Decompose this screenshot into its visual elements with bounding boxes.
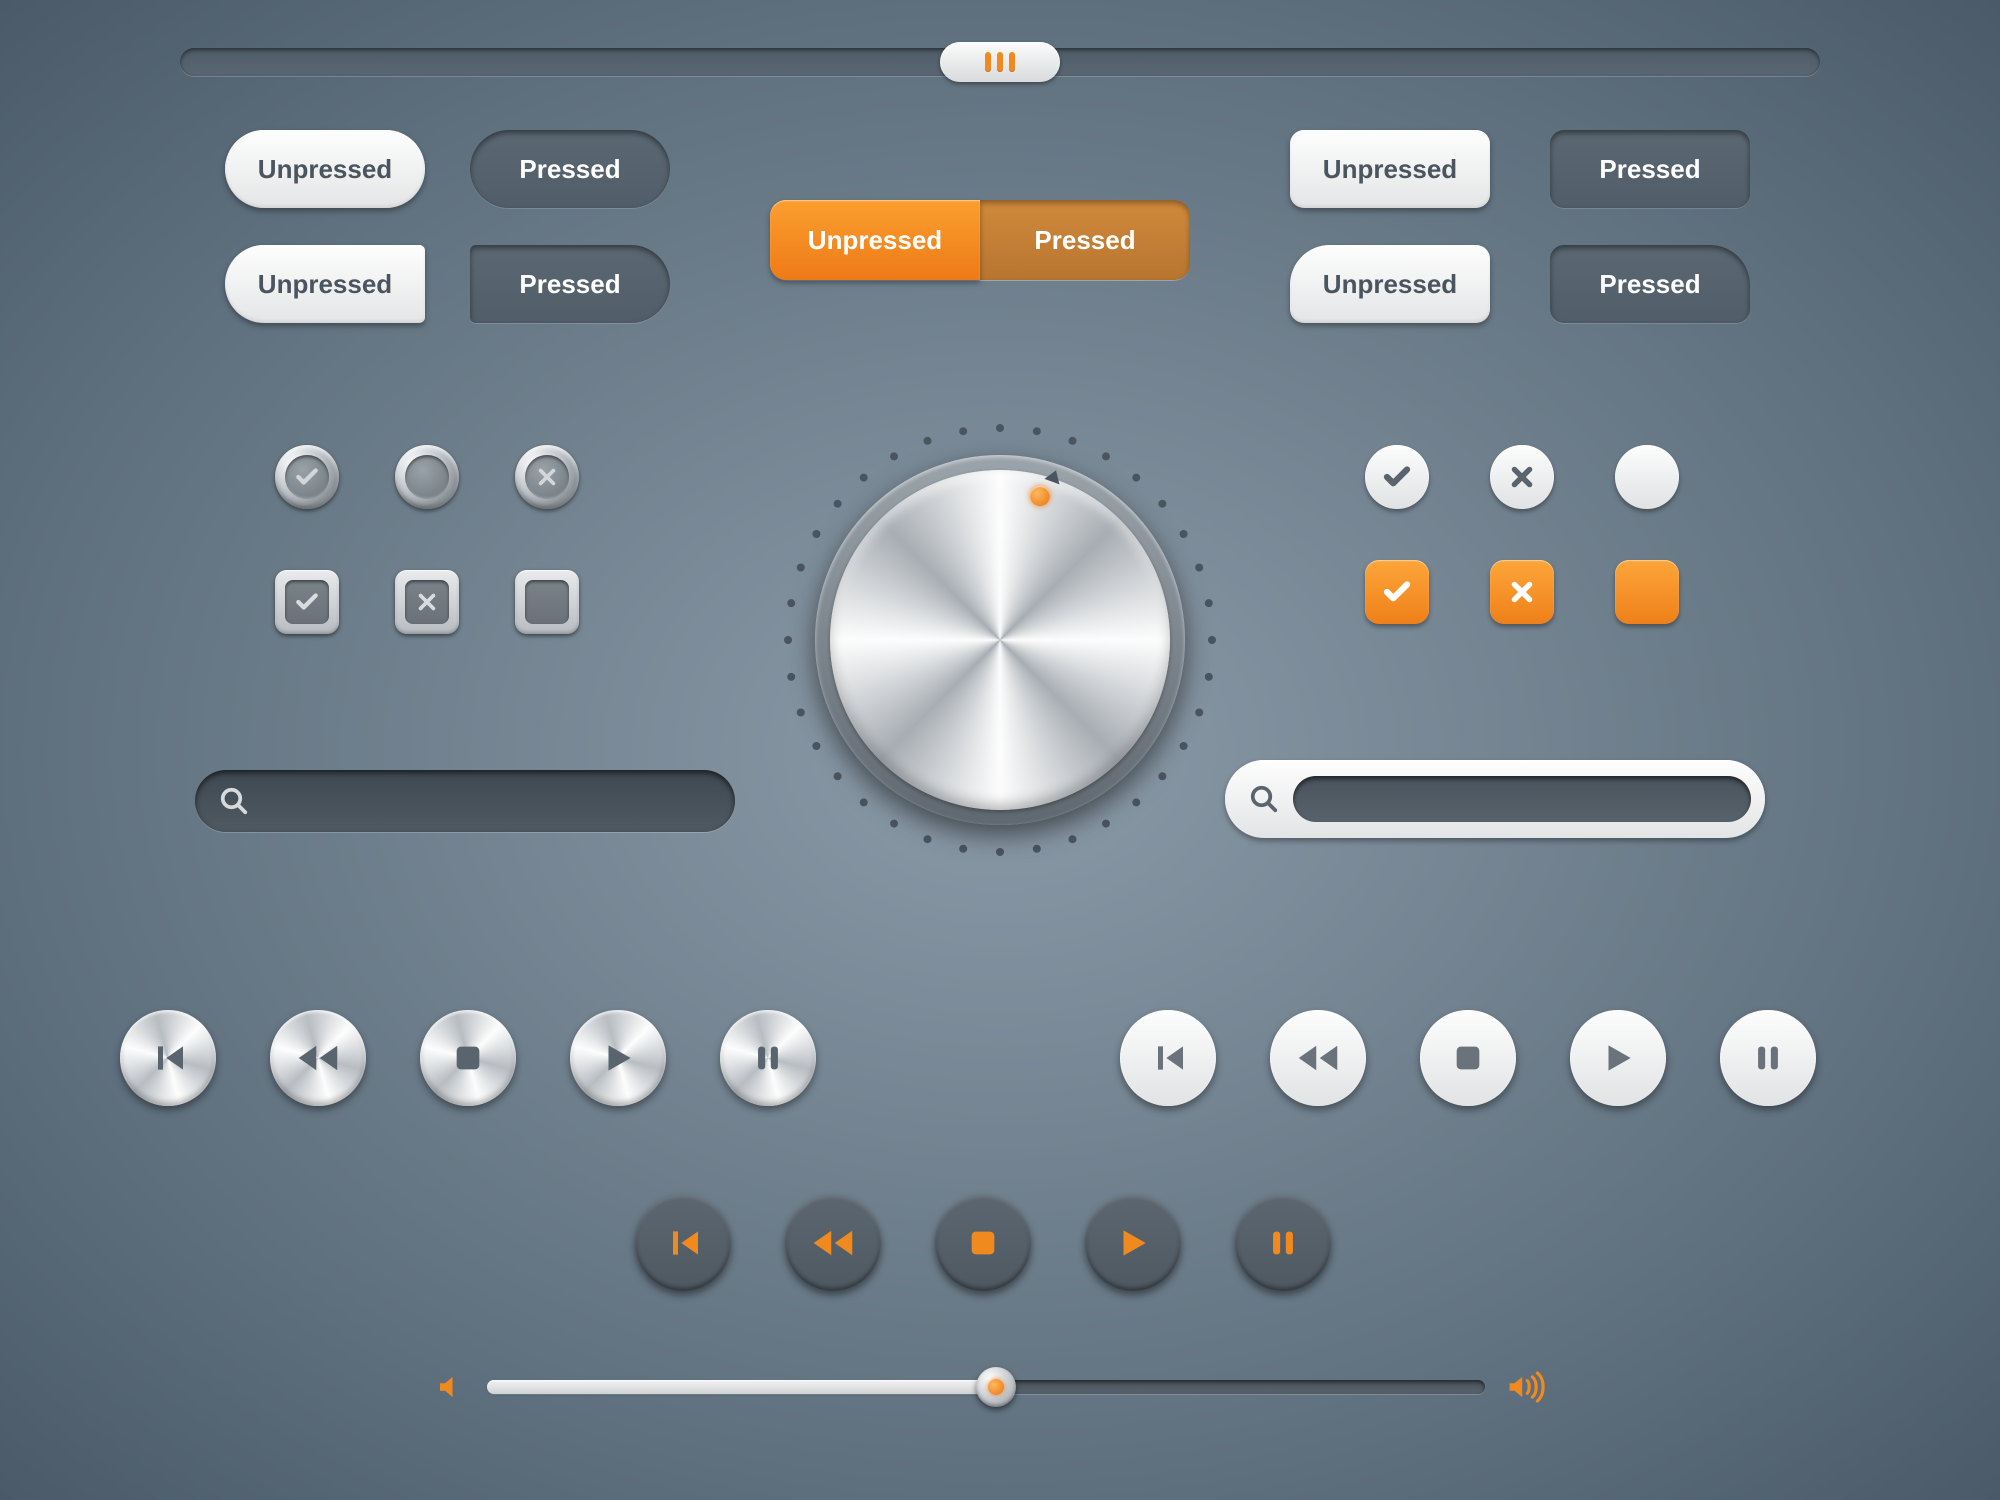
skip-back-button[interactable] — [1120, 1010, 1216, 1106]
rect-button-pressed[interactable]: Pressed — [1550, 130, 1750, 208]
flat-circle-blank[interactable] — [1615, 445, 1679, 509]
stop-button[interactable] — [1420, 1010, 1516, 1106]
cross-icon — [416, 591, 438, 613]
button-label: Pressed — [519, 269, 620, 300]
button-label: Unpressed — [258, 269, 392, 300]
play-button[interactable] — [1570, 1010, 1666, 1106]
speaker-high-icon — [1507, 1370, 1545, 1404]
pause-icon — [1751, 1041, 1785, 1075]
flat-circle-cross[interactable] — [1490, 445, 1554, 509]
cross-icon — [1509, 579, 1535, 605]
rewind-button[interactable] — [1270, 1010, 1366, 1106]
button-label: Pressed — [519, 154, 620, 185]
metal-square-check[interactable] — [275, 570, 339, 634]
play-button[interactable] — [570, 1010, 666, 1106]
button-label: Pressed — [1599, 269, 1700, 300]
orange-toggle[interactable]: Unpressed Pressed — [770, 200, 1190, 280]
rotary-knob[interactable] — [780, 420, 1220, 860]
metal-circle-check[interactable] — [275, 445, 339, 509]
play-icon — [599, 1039, 637, 1077]
toggle-seg-unpressed[interactable]: Unpressed — [770, 200, 980, 280]
rect-button-unpressed[interactable]: Unpressed — [1290, 130, 1490, 208]
flat-circle-check[interactable] — [1365, 445, 1429, 509]
cross-icon — [1509, 464, 1535, 490]
play-icon — [1599, 1039, 1637, 1077]
flat-square-blank[interactable] — [1615, 560, 1679, 624]
pill-button-pressed[interactable]: Pressed — [470, 130, 670, 208]
stop-button[interactable] — [420, 1010, 516, 1106]
pause-button[interactable] — [720, 1010, 816, 1106]
search-field-dark[interactable] — [195, 770, 735, 832]
grip-bar-icon — [985, 52, 991, 72]
metal-square-cross[interactable] — [395, 570, 459, 634]
play-button[interactable] — [1085, 1195, 1181, 1291]
check-icon — [1382, 462, 1412, 492]
search-icon — [1249, 784, 1279, 814]
metal-circle-blank[interactable] — [395, 445, 459, 509]
check-icon — [1382, 577, 1412, 607]
pill-button-unpressed[interactable]: Unpressed — [225, 130, 425, 208]
toggle-label: Pressed — [1034, 225, 1135, 256]
rewind-button[interactable] — [270, 1010, 366, 1106]
metal-square-blank[interactable] — [515, 570, 579, 634]
volume-fill — [487, 1380, 996, 1394]
stop-icon — [451, 1041, 485, 1075]
volume-thumb[interactable] — [976, 1367, 1016, 1407]
play-icon — [1114, 1224, 1152, 1262]
rectcut-button-pressed[interactable]: Pressed — [1550, 245, 1750, 323]
volume-track[interactable] — [487, 1380, 1485, 1394]
halfpill-button-pressed[interactable]: Pressed — [470, 245, 670, 323]
button-label: Unpressed — [1323, 269, 1457, 300]
grip-bar-icon — [997, 52, 1003, 72]
stop-icon — [1451, 1041, 1485, 1075]
toggle-label: Unpressed — [808, 225, 942, 256]
skip-back-button[interactable] — [120, 1010, 216, 1106]
button-label: Unpressed — [258, 154, 392, 185]
metal-circle-cross[interactable] — [515, 445, 579, 509]
rewind-icon — [812, 1222, 854, 1264]
toggle-seg-pressed[interactable]: Pressed — [980, 200, 1190, 280]
flat-square-cross[interactable] — [1490, 560, 1554, 624]
halfpill-button-unpressed[interactable]: Unpressed — [225, 245, 425, 323]
rewind-icon — [1297, 1037, 1339, 1079]
check-icon — [294, 464, 320, 490]
pause-icon — [1266, 1226, 1300, 1260]
button-label: Pressed — [1599, 154, 1700, 185]
check-icon — [294, 589, 320, 615]
grip-bar-icon — [1009, 52, 1015, 72]
speaker-low-icon — [435, 1372, 465, 1402]
knob-indicator-icon — [1030, 486, 1050, 506]
search-icon — [219, 786, 249, 816]
search-field-light[interactable] — [1225, 760, 1765, 838]
skip-back-icon — [148, 1038, 188, 1078]
skip-back-button[interactable] — [635, 1195, 731, 1291]
pause-button[interactable] — [1720, 1010, 1816, 1106]
volume-slider[interactable] — [435, 1370, 1545, 1404]
cross-icon — [536, 466, 558, 488]
stop-button[interactable] — [935, 1195, 1031, 1291]
knob-face[interactable] — [830, 470, 1170, 810]
rewind-icon — [297, 1037, 339, 1079]
stop-icon — [966, 1226, 1000, 1260]
skip-back-icon — [1148, 1038, 1188, 1078]
top-slider-handle[interactable] — [940, 42, 1060, 82]
pause-button[interactable] — [1235, 1195, 1331, 1291]
rewind-button[interactable] — [785, 1195, 881, 1291]
pause-icon — [751, 1041, 785, 1075]
flat-square-check[interactable] — [1365, 560, 1429, 624]
top-slider-track[interactable] — [180, 48, 1820, 76]
button-label: Unpressed — [1323, 154, 1457, 185]
rectcut-button-unpressed[interactable]: Unpressed — [1290, 245, 1490, 323]
skip-back-icon — [663, 1223, 703, 1263]
search-input-inner[interactable] — [1293, 776, 1751, 822]
